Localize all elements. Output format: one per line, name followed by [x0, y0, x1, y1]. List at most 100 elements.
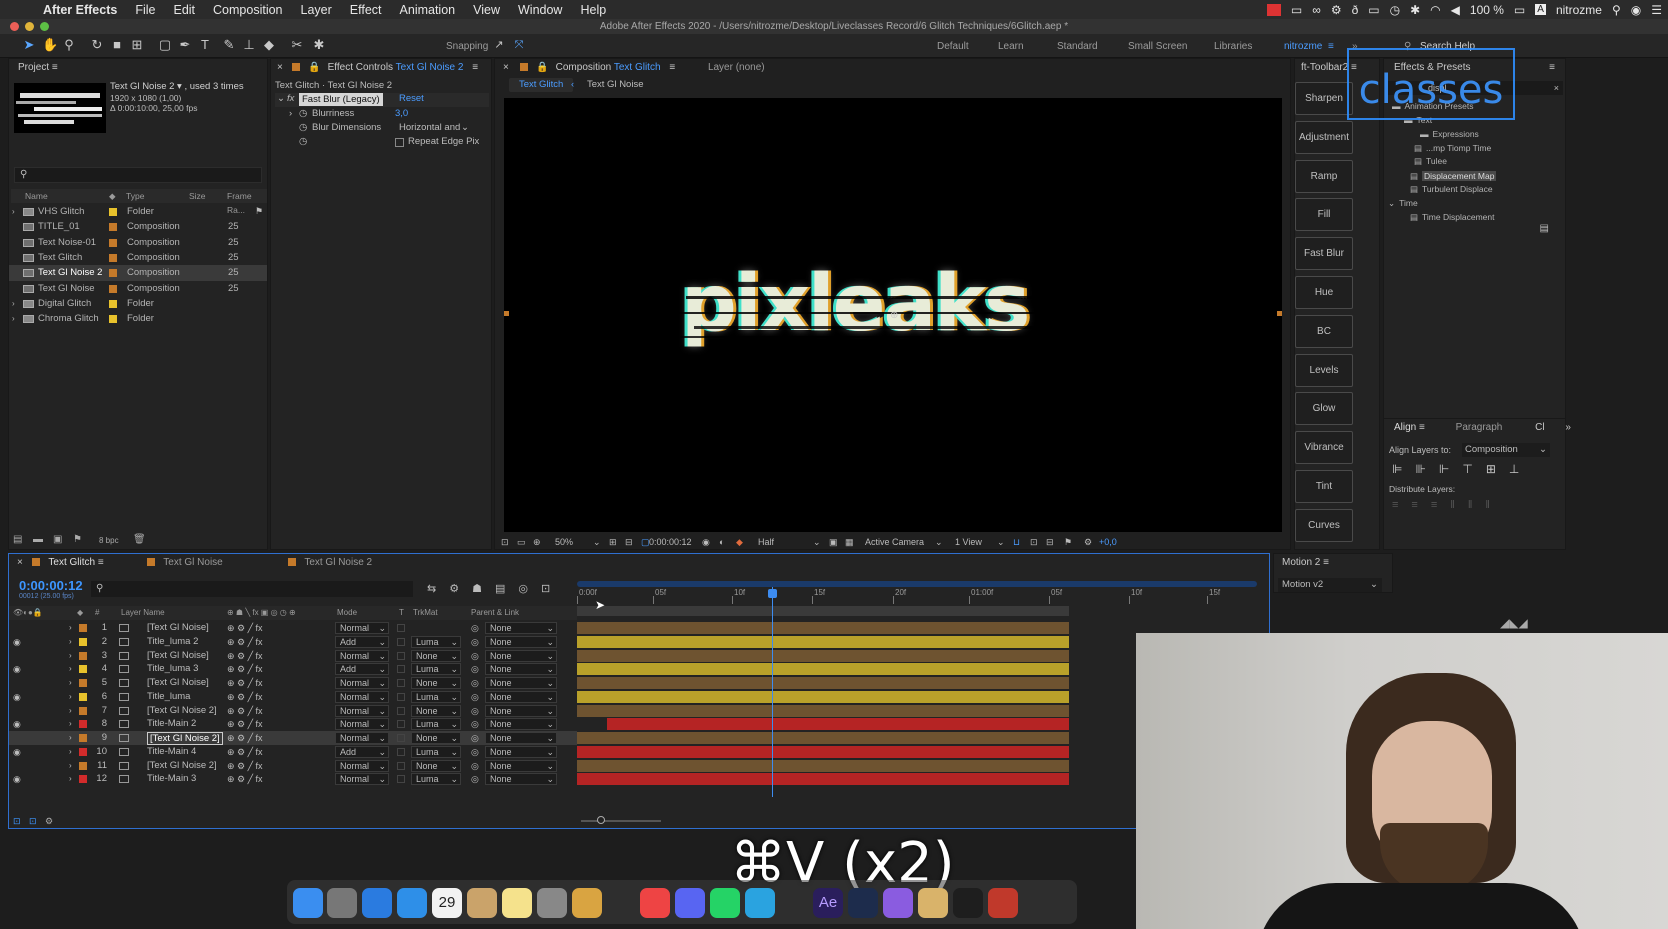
preserve-transparency-checkbox[interactable]	[397, 637, 405, 646]
layer-mode-select[interactable]: Normal ⌄	[335, 773, 389, 786]
layer-label-color[interactable]	[79, 637, 87, 646]
label-color-swatch[interactable]	[109, 284, 117, 293]
rotate-tool-icon[interactable]: ↻	[90, 38, 104, 52]
ft-button-fast-blur[interactable]: Fast Blur	[1295, 237, 1353, 271]
blur-dimensions-select[interactable]: Horizontal and	[399, 122, 460, 133]
new-folder-icon[interactable]: ▬	[33, 534, 43, 545]
layer-name[interactable]: [Text Gl Noise]	[147, 676, 209, 690]
zoom-slider[interactable]	[581, 820, 661, 822]
trackmatte-select[interactable]: None ⌄	[411, 759, 461, 772]
layer-name[interactable]: [Text Gl Noise 2]	[147, 759, 217, 773]
after-effects-icon[interactable]: Ae	[813, 888, 843, 918]
snapshot-icon[interactable]: ◉	[702, 535, 710, 549]
new-bin-icon[interactable]: ▤	[1540, 223, 1549, 234]
timeline-layer-row[interactable]: ◉ › 8 Title-Main 2 ⊕ ⚙ ╱ fx Normal ⌄ Luma ⌄ ◎ None…	[9, 717, 577, 731]
menu-help[interactable]: Help	[571, 3, 615, 17]
align-target-select[interactable]: Composition ⌄	[1462, 443, 1550, 457]
effects-tree-item[interactable]: ⌄ Time	[1388, 197, 1418, 210]
snap-icon[interactable]: ↗	[492, 38, 506, 52]
timeline-layer-row[interactable]: › 11 [Text Gl Noise 2] ⊕ ⚙ ╱ fx Normal ⌄ None ⌄…	[9, 759, 577, 773]
ft-button-tint[interactable]: Tint	[1295, 470, 1353, 503]
align-top-icon[interactable]: ⊤	[1462, 462, 1485, 476]
effects-tree-item[interactable]: ▤ Tulee	[1414, 155, 1447, 168]
pickwhip-icon[interactable]: ◎	[471, 704, 479, 718]
timeline-layer-row[interactable]: › 3 [Text Gl Noise] ⊕ ⚙ ╱ fx Normal ⌄ None ⌄ ◎ No…	[9, 649, 577, 663]
rectangle-tool-icon[interactable]: ▢	[158, 38, 172, 52]
disclosure-icon[interactable]: ›	[289, 108, 292, 119]
pickwhip-icon[interactable]: ◎	[471, 676, 479, 690]
layer-label-color[interactable]	[79, 651, 87, 660]
disclosure-icon[interactable]: ›	[69, 690, 72, 704]
layer-duration-bar[interactable]	[577, 677, 1069, 689]
pickwhip-icon[interactable]: ◎	[471, 690, 479, 704]
parent-select[interactable]: None ⌄	[485, 704, 557, 717]
timeline-tab[interactable]: Text Gl Noise 2	[304, 557, 372, 568]
layer-label-color[interactable]	[79, 761, 87, 770]
layer-name[interactable]: [Text Gl Noise 2]	[147, 704, 217, 718]
layer-mode-select[interactable]: Normal ⌄	[335, 690, 389, 703]
lock-icon[interactable]: 🔒	[536, 62, 548, 73]
comp-mini-flowchart-icon[interactable]: ⇆	[427, 583, 449, 595]
timeline-layer-row[interactable]: › 9 [Text Gl Noise 2] ⊕ ⚙ ╱ fx Normal ⌄ None ⌄ ◎…	[9, 731, 577, 745]
safe-zone-icon[interactable]: ⊟	[625, 535, 633, 549]
zoom-select[interactable]: 50%	[555, 535, 573, 549]
show-snapshot-icon[interactable]: ◐	[719, 535, 724, 549]
more-tabs-icon[interactable]: »	[1565, 422, 1571, 433]
layer-label-color[interactable]	[79, 734, 87, 742]
close-tab-icon[interactable]: ×	[277, 62, 283, 73]
layer-label-color[interactable]	[79, 706, 87, 715]
ft-button-levels[interactable]: Levels	[1295, 353, 1353, 387]
timeline-layer-row[interactable]: ◉ › 6 Title_luma ⊕ ⚙ ╱ fx Normal ⌄ Luma ⌄ ◎ None ⌄	[9, 690, 577, 704]
stopwatch-icon[interactable]: ◷	[299, 108, 307, 119]
layer-name[interactable]: Title_luma 3	[147, 662, 198, 676]
project-tab[interactable]: Project ≡	[9, 59, 267, 76]
timeline-icon[interactable]: ⊟	[1046, 535, 1054, 549]
preserve-transparency-checkbox[interactable]	[397, 734, 405, 742]
workspace-menu-icon[interactable]: ≡	[1328, 41, 1334, 52]
layer-label-color[interactable]	[79, 692, 87, 701]
menu-effect[interactable]: Effect	[341, 3, 391, 17]
zoom-button[interactable]	[40, 22, 49, 31]
preserve-transparency-checkbox[interactable]	[397, 624, 405, 632]
ft-button-bc[interactable]: BC	[1295, 314, 1353, 348]
notes-icon[interactable]	[502, 888, 532, 918]
column-size[interactable]: Size	[189, 189, 206, 203]
column-layer-name[interactable]: Layer Name	[121, 606, 165, 620]
project-item[interactable]: › VHS Glitch Folder	[9, 204, 267, 220]
layer-duration-bar[interactable]	[577, 635, 1069, 648]
user-name[interactable]: nitrozme	[1556, 3, 1602, 17]
bluetooth-icon[interactable]: ✱	[1410, 3, 1420, 17]
layer-label-color[interactable]	[79, 624, 87, 632]
toggle-pixel-icon[interactable]: ⊔	[1013, 535, 1020, 549]
layer-switches-icon[interactable]: ⊕ ⚙ ╱ fx	[227, 621, 263, 635]
disclosure-icon[interactable]: ›	[69, 635, 72, 649]
disclosure-icon[interactable]: ›	[69, 772, 72, 786]
menu-window[interactable]: Window	[509, 3, 571, 17]
visibility-eye-icon[interactable]: ◉	[13, 717, 21, 731]
disclosure-icon[interactable]: ›	[69, 676, 72, 690]
paragraph-tab[interactable]: Paragraph	[1456, 422, 1503, 433]
type-tool-icon[interactable]: T	[198, 38, 212, 52]
flowchart-icon[interactable]: ⚑	[1064, 535, 1072, 549]
parent-select[interactable]: None ⌄	[485, 663, 557, 676]
system-preferences-icon[interactable]	[537, 888, 567, 918]
project-item[interactable]: Text Noise-01 Composition 25	[9, 235, 267, 251]
layer-name[interactable]: [Text Gl Noise]	[147, 621, 209, 635]
ft-button-vibrance[interactable]: Vibrance	[1295, 431, 1353, 465]
layer-tab[interactable]: Layer (none)	[708, 62, 765, 73]
bpc-label[interactable]: 8 bpc	[99, 536, 119, 545]
label-column-icon[interactable]: ◆	[109, 189, 116, 203]
layer-name[interactable]: Title-Main 4	[147, 745, 196, 759]
layer-mode-select[interactable]: Normal ⌄	[335, 677, 389, 689]
exposure-icon[interactable]: ⚙	[1084, 535, 1092, 549]
close-tab-icon[interactable]: ×	[17, 557, 23, 568]
label-color-swatch[interactable]	[109, 299, 117, 308]
timeline-layer-row[interactable]: ◉ › 4 Title_luma 3 ⊕ ⚙ ╱ fx Add ⌄ Luma ⌄ ◎ None ⌄	[9, 662, 577, 676]
time-ruler[interactable]: 0:00f 05f 10f 15f 20f 01:00f 05f 10f 15f	[577, 588, 1267, 606]
layer-switches-icon[interactable]: ⊕ ⚙ ╱ fx	[227, 690, 263, 704]
spotlight-icon[interactable]: ⚲	[1612, 3, 1621, 17]
disclosure-icon[interactable]: ›	[12, 296, 15, 312]
disclosure-icon[interactable]: ›	[69, 704, 72, 718]
menu-file[interactable]: File	[126, 3, 164, 17]
layer-switches-icon[interactable]: ⊕ ⚙ ╱ fx	[227, 745, 263, 759]
